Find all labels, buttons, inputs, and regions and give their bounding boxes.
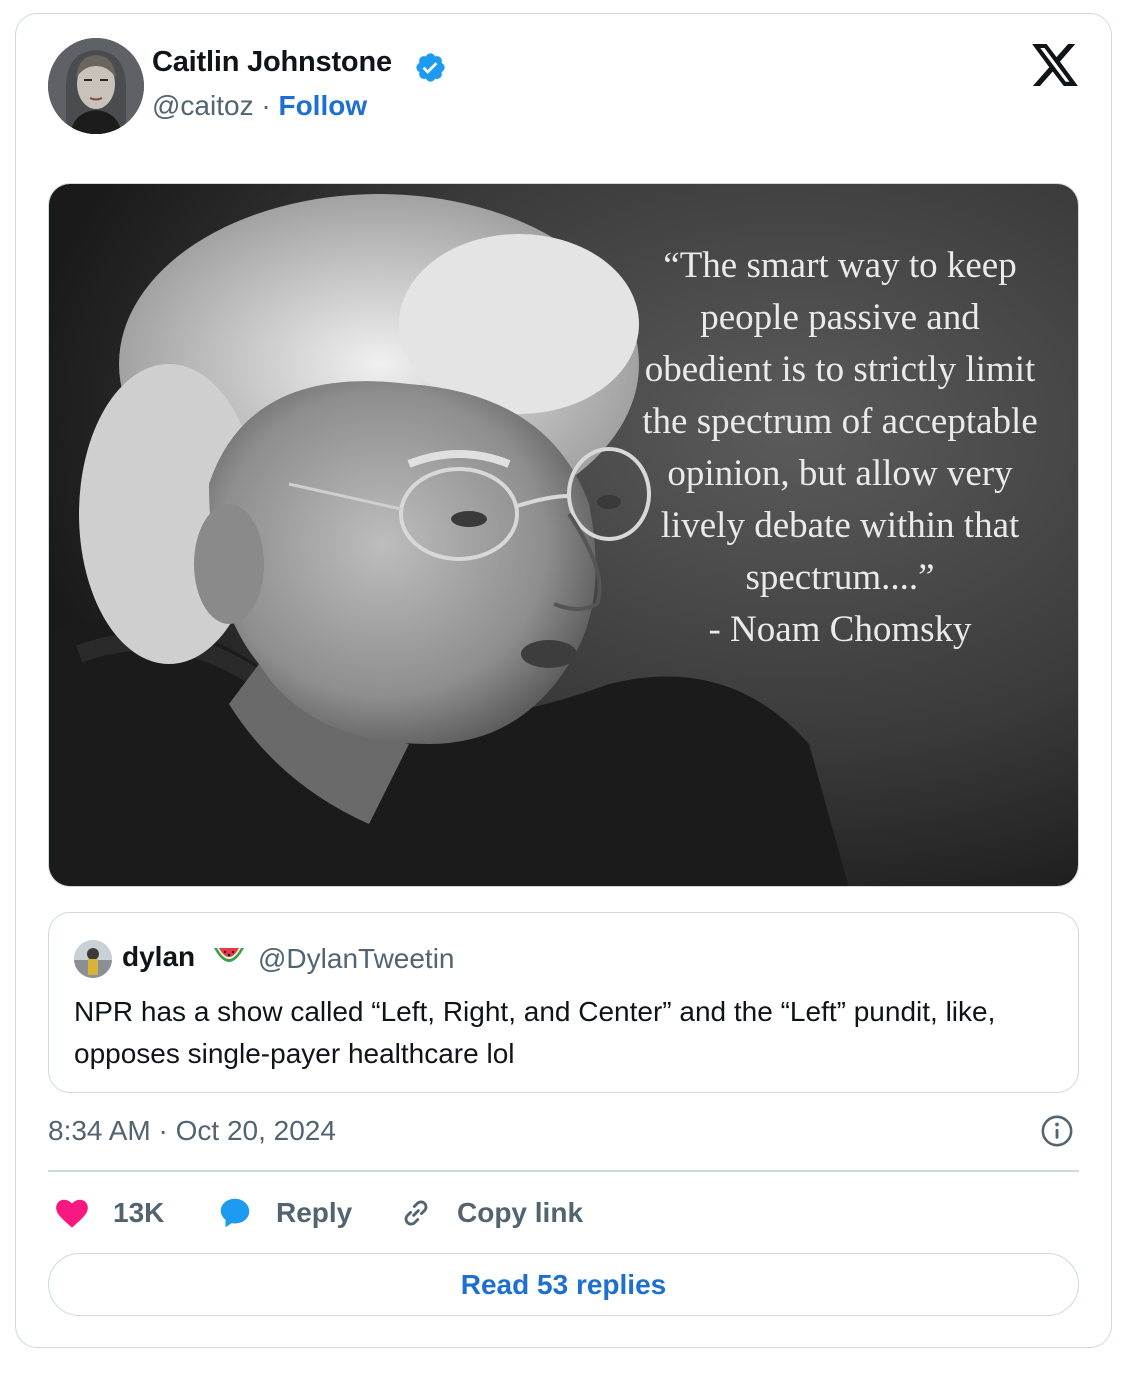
like-count: 13K xyxy=(113,1197,165,1228)
author-name[interactable]: Caitlin Johnstone xyxy=(152,46,392,79)
link-icon xyxy=(404,1200,428,1226)
like-button[interactable]: 13K xyxy=(53,1193,164,1233)
heart-icon xyxy=(56,1199,88,1228)
follow-link[interactable]: Follow xyxy=(278,90,367,121)
copy-link-label: Copy link xyxy=(457,1197,584,1228)
watermelon-icon xyxy=(214,948,244,962)
divider xyxy=(48,1170,1079,1172)
reply-label: Reply xyxy=(276,1197,353,1228)
quoted-author-handle[interactable]: @DylanTweetin xyxy=(258,943,455,975)
quote-attribution: - Noam Chomsky xyxy=(708,609,972,650)
info-icon[interactable] xyxy=(1040,1114,1074,1148)
quote-line: “The smart way to keep xyxy=(663,245,1017,286)
quote-line: spectrum....” xyxy=(745,557,935,598)
quote-line: people passive and xyxy=(700,297,980,338)
verified-badge-icon xyxy=(416,53,445,82)
reply-button[interactable]: Reply xyxy=(216,1193,352,1233)
author-avatar[interactable] xyxy=(48,38,144,134)
separator-dot: · xyxy=(261,90,271,121)
x-logo-icon[interactable] xyxy=(1032,44,1078,86)
quoted-tweet-text: NPR has a show called “Left, Right, and … xyxy=(74,996,996,1069)
reply-bubble-icon xyxy=(220,1198,250,1228)
image-quote-text: “The smart way to keep people passive an… xyxy=(580,240,1100,656)
quoted-tweet[interactable]: dylan @DylanTweetin NPR has a show calle… xyxy=(48,912,1079,1093)
quote-line: lively debate within that xyxy=(660,505,1020,546)
tweet-timestamp[interactable]: 8:34 AM · Oct 20, 2024 xyxy=(48,1115,336,1147)
quote-line: obedient is to strictly limit xyxy=(644,349,1036,390)
quoted-author-avatar[interactable] xyxy=(74,940,112,978)
read-replies-label: Read 53 replies xyxy=(460,1268,667,1300)
author-handle[interactable]: @caitoz xyxy=(152,90,254,121)
quote-line: the spectrum of acceptable xyxy=(642,401,1038,442)
quote-line: opinion, but allow very xyxy=(667,453,1013,494)
quoted-author-name[interactable]: dylan xyxy=(122,941,195,973)
author-handle-row: @caitoz · Follow xyxy=(152,90,367,122)
read-replies-button[interactable]: Read 53 replies xyxy=(48,1253,1079,1316)
copy-link-button[interactable]: Copy link xyxy=(397,1193,583,1233)
